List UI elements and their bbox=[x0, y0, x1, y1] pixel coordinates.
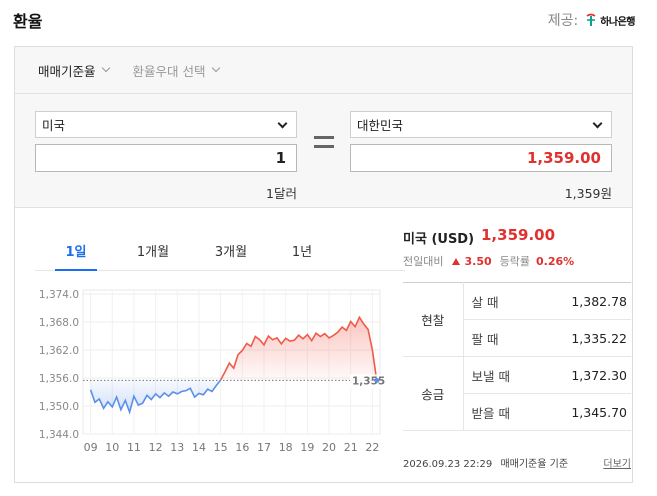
rate-type-preferential[interactable]: 환율우대 선택 bbox=[132, 61, 220, 80]
currency-title: 미국 (USD) bbox=[403, 232, 475, 247]
x-tick-label: 21 bbox=[344, 441, 358, 454]
y-tick-label: 1,344.0 bbox=[39, 429, 79, 441]
table-row: 송금 보낼 때 1,372.30 bbox=[403, 356, 631, 431]
hana-bank-logo-text: 하나은행 bbox=[600, 16, 635, 28]
timestamp: 2026.09.23 22:29 bbox=[403, 459, 493, 470]
provider-credit: 제공: 하나은행 bbox=[547, 10, 636, 30]
from-country-select[interactable]: 미국 bbox=[35, 111, 297, 138]
rate-change: 전일대비 3.50 등락률 0.26% bbox=[403, 253, 574, 269]
hana-bank-icon bbox=[586, 13, 596, 26]
row-value: 1,382.78 bbox=[537, 282, 631, 320]
to-unit-label: 1,359원 bbox=[564, 186, 612, 201]
x-tick-label: 17 bbox=[257, 441, 271, 454]
to-amount-input[interactable]: 1,359.00 bbox=[350, 144, 612, 172]
basis-label: 매매기준율 기준 bbox=[500, 459, 569, 470]
widget-title: 환율 bbox=[13, 12, 43, 31]
x-tick-label: 22 bbox=[365, 441, 379, 454]
x-tick-label: 12 bbox=[149, 441, 163, 454]
change-value: 3.50 bbox=[464, 254, 492, 268]
rate-type-label: 환율우대 선택 bbox=[132, 63, 206, 79]
row-label: 받을 때 bbox=[463, 393, 537, 431]
to-country-value: 대한민국 bbox=[357, 118, 404, 133]
from-amount-input[interactable]: 1 bbox=[35, 144, 297, 172]
x-tick-label: 20 bbox=[322, 441, 336, 454]
from-country-value: 미국 bbox=[42, 118, 66, 133]
last-point-marker bbox=[374, 377, 380, 383]
rate-type-tabs: 매매기준율 환율우대 선택 bbox=[15, 47, 632, 94]
widget-header: 환율 제공: 하나은행 bbox=[0, 0, 657, 40]
from-unit-label: 1달러 bbox=[266, 186, 297, 201]
rate-chart-area: 1일 1개월 3개월 1년 1,374.0 1,368.0 1,362.0 1,356… bbox=[15, 209, 405, 479]
chevron-down-icon bbox=[277, 118, 288, 129]
rate-info: 미국 (USD) 1,359.00 전일대비 3.50 등락률 0.26% 현찰… bbox=[403, 209, 631, 481]
currency-calculator: 매매기준율 환율우대 선택 미국 1 1달러 대한민국 1,359.00 1,3… bbox=[15, 47, 632, 208]
x-tick-label: 10 bbox=[105, 441, 119, 454]
change-rate-value: 0.26% bbox=[536, 254, 575, 268]
x-tick-label: 18 bbox=[279, 441, 293, 454]
row-label: 보낼 때 bbox=[463, 356, 537, 394]
y-tick-label: 1,350.0 bbox=[39, 401, 79, 413]
x-tick-label: 14 bbox=[192, 441, 206, 454]
change-rate-label: 등락률 bbox=[499, 255, 530, 268]
provider-label: 제공: bbox=[547, 13, 579, 29]
exchange-panel: 매매기준율 환율우대 선택 미국 1 1달러 대한민국 1,359.00 1,3… bbox=[14, 46, 633, 483]
y-tick-label: 1,368.0 bbox=[39, 317, 79, 329]
row-value: 1,345.70 bbox=[537, 393, 631, 431]
change-label: 전일대비 bbox=[403, 255, 444, 268]
hana-bank-logo[interactable]: 하나은행 bbox=[584, 13, 635, 28]
x-tick-label: 11 bbox=[127, 441, 141, 454]
rate-type-label: 매매기준율 bbox=[38, 63, 96, 79]
x-tick-label: 13 bbox=[170, 441, 184, 454]
x-tick-label: 16 bbox=[235, 441, 249, 454]
row-label: 살 때 bbox=[463, 282, 537, 320]
y-tick-label: 1,374.0 bbox=[39, 289, 79, 301]
equals-icon bbox=[314, 136, 334, 148]
x-tick-label: 19 bbox=[300, 441, 314, 454]
table-row: 현찰 살 때 1,382.78 bbox=[403, 282, 631, 357]
chevron-down-icon bbox=[592, 118, 603, 129]
row-value: 1,335.22 bbox=[537, 319, 631, 357]
more-link[interactable]: 더보기 bbox=[603, 455, 631, 470]
x-tick-label: 09 bbox=[84, 441, 98, 454]
rate-footer: 2026.09.23 22:29 매매기준율 기준 더보기 bbox=[403, 455, 631, 470]
x-tick-label: 15 bbox=[214, 441, 228, 454]
row-label: 팔 때 bbox=[463, 319, 537, 357]
rates-table: 현찰 살 때 1,382.78 팔 때 1,335.22 송금 보낼 때 1,3… bbox=[403, 282, 631, 431]
up-arrow-icon bbox=[452, 257, 461, 265]
chevron-down-icon bbox=[211, 63, 220, 73]
to-country-select[interactable]: 대한민국 bbox=[350, 111, 612, 138]
reference-value-label: 1,355.5 bbox=[352, 375, 385, 387]
group-remittance: 송금 bbox=[403, 356, 464, 431]
exchange-rate-line-chart[interactable]: 1,374.0 1,368.0 1,362.0 1,356.0 1,350.0 1,344… bbox=[15, 209, 385, 479]
current-rate: 1,359.00 bbox=[481, 226, 556, 244]
chevron-down-icon bbox=[101, 63, 110, 73]
y-tick-label: 1,362.0 bbox=[39, 345, 79, 357]
row-value: 1,372.30 bbox=[537, 356, 631, 394]
group-cash: 현찰 bbox=[403, 282, 464, 357]
y-tick-label: 1,356.0 bbox=[39, 373, 79, 385]
rate-type-base-rate[interactable]: 매매기준율 bbox=[38, 61, 110, 80]
